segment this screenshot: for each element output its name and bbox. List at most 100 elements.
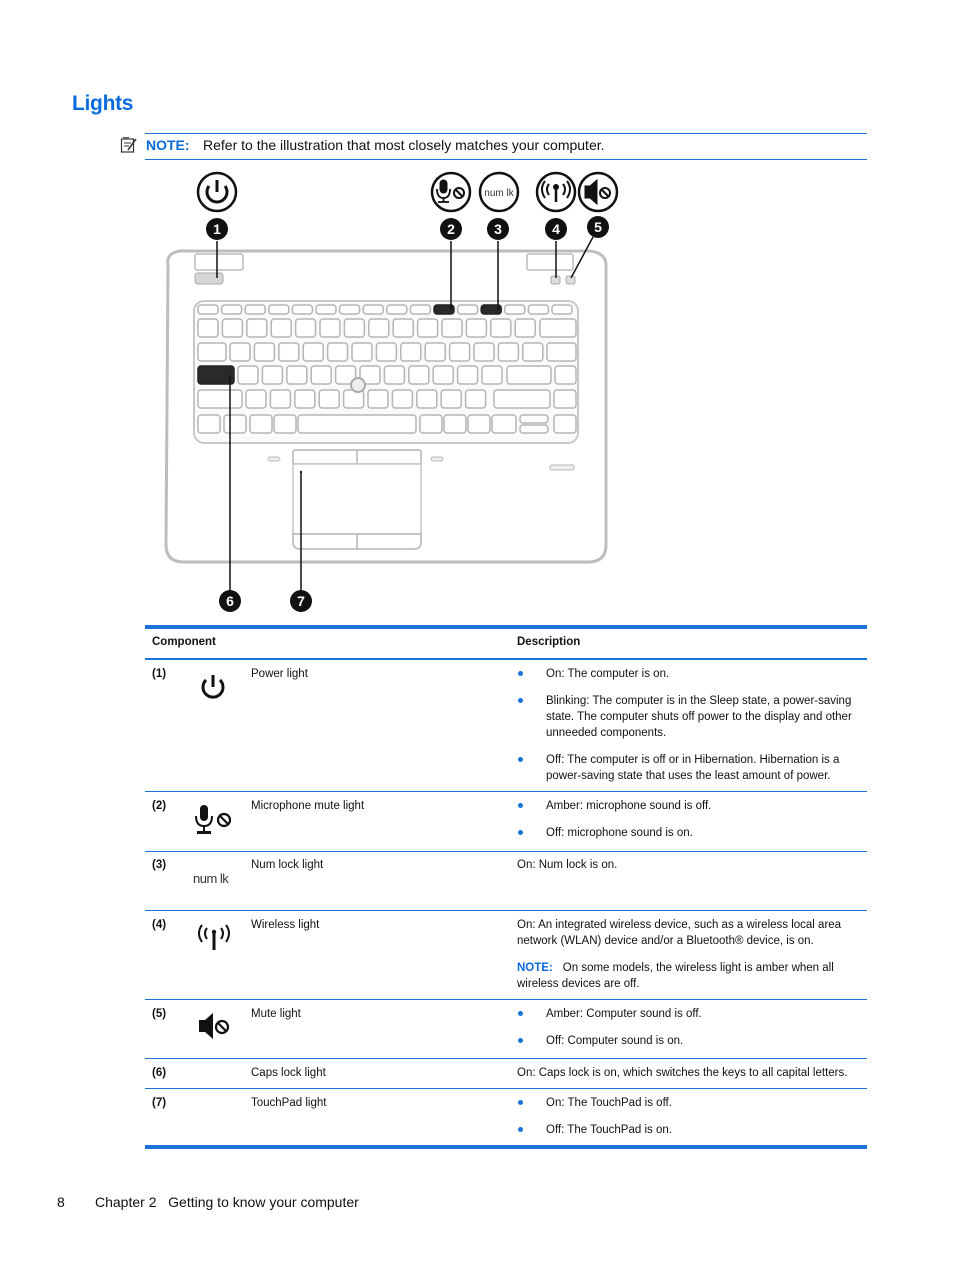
keyboard-key <box>223 414 247 434</box>
component-name: TouchPad light <box>251 1097 327 1109</box>
row-rule <box>145 791 867 792</box>
indicator-key <box>197 365 235 385</box>
svg-text:7: 7 <box>297 593 305 609</box>
keyboard-key <box>416 318 439 338</box>
keyboard-key <box>522 342 544 362</box>
svg-text:5: 5 <box>594 219 602 235</box>
note-label: NOTE: <box>517 962 553 974</box>
callout-7: 7 <box>290 590 312 612</box>
microphone-mute-icon-callout <box>430 171 472 213</box>
callout-1: 1 <box>206 218 228 240</box>
svg-text:2: 2 <box>447 221 455 237</box>
keyboard-key <box>368 318 390 338</box>
component-name: Num lock light <box>251 859 324 871</box>
keyboard-key <box>253 342 276 362</box>
bullet-icon <box>518 830 523 835</box>
touchpad <box>292 463 422 535</box>
microphone-mute-icon <box>195 805 232 834</box>
keyboard-key <box>310 365 332 385</box>
keyboard-key <box>419 414 443 434</box>
keyboard-key <box>197 389 243 409</box>
row-rule <box>145 999 867 1000</box>
description-text: On: Num lock is on. <box>517 859 618 871</box>
note-icon <box>120 136 137 153</box>
callout-2: 2 <box>440 218 462 240</box>
table-top-rule <box>145 625 867 629</box>
section-title: Lights <box>72 92 134 115</box>
component-name: Caps lock light <box>251 1067 326 1079</box>
keyboard-key <box>416 389 438 409</box>
wireless-icon-callout <box>535 171 577 213</box>
num-lock-icon-callout: num lk <box>478 171 520 213</box>
keyboard-key <box>270 318 292 338</box>
keyboard-key <box>229 342 251 362</box>
note-label: NOTE: <box>146 137 190 153</box>
row-rule <box>145 851 867 852</box>
description-bullet: Off: microphone sound is on. <box>546 827 693 839</box>
keyboard-key <box>519 414 549 424</box>
keyboard-key <box>273 414 297 434</box>
keyboard-key <box>554 365 577 385</box>
keyboard-key <box>367 389 389 409</box>
keyboard-key <box>514 318 536 338</box>
keyboard-key <box>220 304 243 315</box>
keyboard-key <box>527 304 550 315</box>
keyboard-key <box>456 304 479 315</box>
keyboard-key <box>465 318 488 338</box>
keyboard-key <box>286 365 308 385</box>
keyboard-key <box>386 304 408 315</box>
keyboard-key <box>221 318 244 338</box>
keyboard-key <box>409 304 432 315</box>
keyboard-key <box>551 304 573 315</box>
mute-icon-callout <box>577 171 619 213</box>
keyboard-key <box>249 414 273 434</box>
keyboard-key <box>278 342 300 362</box>
keyboard-key <box>546 342 577 362</box>
keyboard-key <box>432 365 454 385</box>
pointing-stick <box>350 377 366 393</box>
table-bottom-rule <box>145 1145 867 1149</box>
bullet-icon <box>518 671 523 676</box>
callout-4: 4 <box>545 218 567 240</box>
bullet-icon <box>518 757 523 762</box>
keyboard-key <box>448 342 471 362</box>
keyboard-key <box>197 342 227 362</box>
row-rule <box>145 1058 867 1059</box>
description-bullet: On: The TouchPad is off. <box>546 1097 672 1109</box>
bullet-icon <box>518 1038 523 1043</box>
row-number: (2) <box>152 800 167 812</box>
svg-text:3: 3 <box>494 221 502 237</box>
keyboard-key <box>491 414 517 434</box>
keyboard-key <box>326 342 349 362</box>
keyboard-key <box>297 414 417 434</box>
keyboard-key <box>440 389 462 409</box>
description-bullet: Amber: microphone sound is off. <box>546 800 712 812</box>
callout-3: 3 <box>487 218 509 240</box>
description-bullet: On: The computer is on. <box>546 668 670 680</box>
description-bullet: Amber: Computer sound is off. <box>546 1008 702 1020</box>
description-note: NOTE: On some models, the wireless light … <box>517 960 862 992</box>
bullet-icon <box>518 1100 523 1105</box>
keyboard-key <box>464 389 487 409</box>
description-text: On: Caps lock is on, which switches the … <box>517 1067 848 1079</box>
keyboard-key <box>291 304 314 315</box>
keyboard-key <box>197 304 219 315</box>
description-text: On: An integrated wireless device, such … <box>517 919 842 947</box>
keyboard-key <box>294 389 316 409</box>
note-text: On some models, the wireless light is am… <box>517 962 834 990</box>
bullet-icon <box>518 1011 523 1016</box>
bullet-icon <box>518 803 523 808</box>
keyboard-key <box>268 304 290 315</box>
keyboard-key <box>504 304 526 315</box>
row-rule <box>145 910 867 911</box>
power-icon <box>201 675 225 699</box>
keyboard-key <box>539 318 577 338</box>
row-number: (5) <box>152 1008 167 1020</box>
component-name: Mute light <box>251 1008 301 1020</box>
keyboard-key <box>473 342 495 362</box>
row-number: (6) <box>152 1067 167 1079</box>
keyboard-key <box>443 414 467 434</box>
component-name: Microphone mute light <box>251 800 365 812</box>
keyboard-key <box>237 365 259 385</box>
keyboard-key <box>400 342 422 362</box>
